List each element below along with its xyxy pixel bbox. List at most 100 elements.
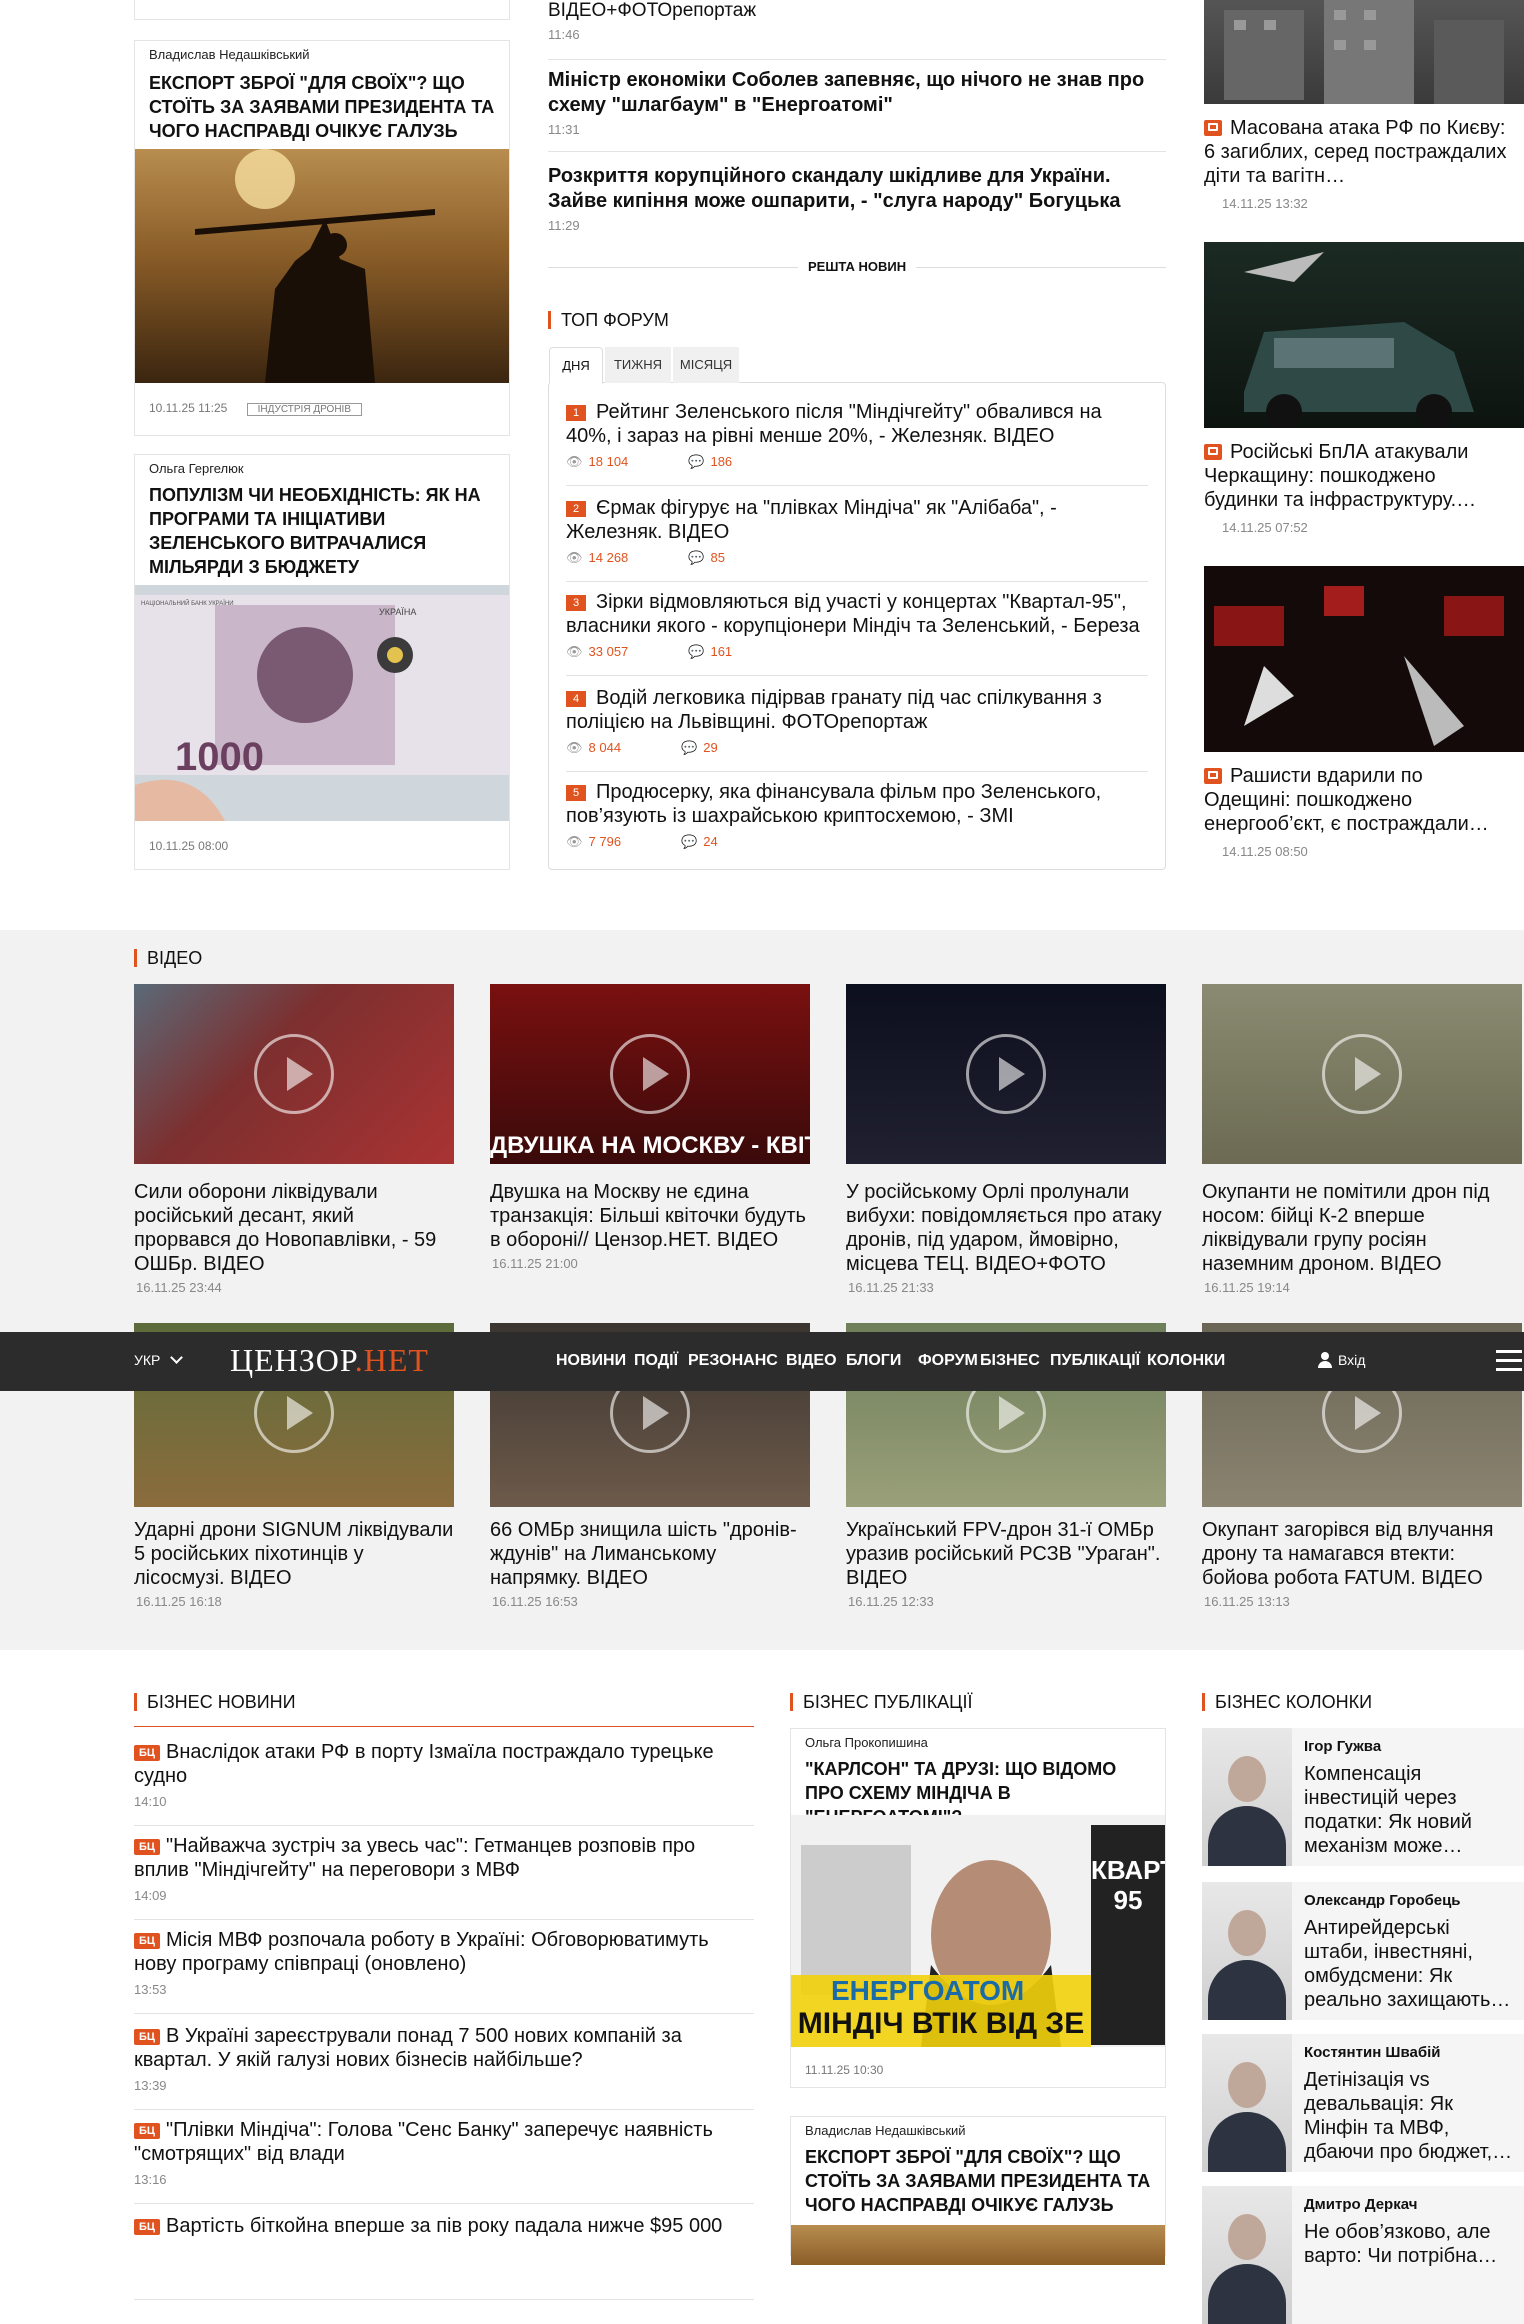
column-title[interactable]: Не обов’язково, але варто: Чи потрібна… <box>1304 2220 1518 2268</box>
news-photo[interactable] <box>1204 242 1524 428</box>
nav-link-5[interactable]: ФОРУМ <box>918 1352 978 1370</box>
news-title[interactable]: ВІДЕО+ФОТОрепортаж <box>548 0 1166 23</box>
news-photo-title-text[interactable]: Рашисти вдарили по Одещині: пошкоджено е… <box>1204 765 1489 835</box>
forum-item[interactable]: 5 Продюсерку, яка фінансувала фільм про З… <box>566 780 1148 866</box>
nav-link-6[interactable]: БІЗНЕС <box>980 1352 1040 1370</box>
news-item[interactable]: ВІДЕО+ФОТОрепортаж 11:46 <box>548 0 1166 60</box>
forum-item[interactable]: 2 Єрмак фігурує на "плівках Міндіча" як "… <box>566 496 1148 582</box>
nav-link-8[interactable]: КОЛОНКИ <box>1147 1352 1225 1370</box>
forum-item[interactable]: 1 Рейтинг Зеленського після "Міндічгейту"… <box>566 400 1148 486</box>
video-title[interactable]: Ударні дрони SIGNUM ліквідували 5 російс… <box>134 1518 454 1590</box>
tab-month[interactable]: МІСЯЦЯ <box>673 347 739 383</box>
column-title[interactable]: Антирейдерські штаби, інвестняні, омбудс… <box>1304 1916 1518 2012</box>
article-card[interactable]: Ольга Гергелюк ПОПУЛІЗМ ЧИ НЕОБХІДНІСТЬ:… <box>134 454 510 870</box>
forum-item-text[interactable]: Єрмак фігурує на "плівках Міндіча" як "А… <box>566 497 1057 543</box>
video-title[interactable]: Сили оборони ліквідували російський деса… <box>134 1180 454 1276</box>
video-title[interactable]: 66 ОМБр знищила шість "дронів-ждунів" на… <box>490 1518 810 1590</box>
column-author[interactable]: Костянтин Швабій <box>1304 2044 1441 2061</box>
site-logo[interactable]: ЦЕНЗОР.НЕТ <box>230 1342 429 1379</box>
business-news-item[interactable]: БЦ Вартість біткойна вперше за пів року п… <box>134 2214 754 2300</box>
tab-day[interactable]: ДНЯ <box>549 347 603 384</box>
news-photo-title-text[interactable]: Масована атака РФ по Києву: 6 загиблих, … <box>1204 117 1506 187</box>
business-news-item[interactable]: БЦ "Найважча зустріч за увесь час": Гетма… <box>134 1834 754 1920</box>
video-thumb[interactable] <box>1202 984 1522 1164</box>
column-title[interactable]: Детінізація vs девальвація: Як Мінфін та… <box>1304 2068 1518 2164</box>
news-photo-title[interactable]: Масована атака РФ по Києву: 6 загиблих, … <box>1204 116 1514 188</box>
news-title[interactable]: Розкриття корупційного скандалу шкідливе… <box>548 164 1166 214</box>
business-news-title[interactable]: БЦ Вартість біткойна вперше за пів року п… <box>134 2214 754 2238</box>
news-photo-title-text[interactable]: Російські БпЛА атакували Черкащину: пошк… <box>1204 441 1476 511</box>
column-item[interactable]: Олександр Горобець Антирейдерські штаби, … <box>1202 1882 1524 2020</box>
forum-item-title[interactable]: 1 Рейтинг Зеленського після "Міндічгейту"… <box>566 400 1148 448</box>
business-news-text[interactable]: В Україні зареєстрували понад 7 500 нови… <box>134 2025 682 2071</box>
business-news-text[interactable]: "Найважча зустріч за увесь час": Гетманц… <box>134 1835 695 1881</box>
forum-item-text[interactable]: Продюсерку, яка фінансувала фільм про Зе… <box>566 781 1101 827</box>
video-thumb[interactable] <box>134 984 454 1164</box>
nav-link-0[interactable]: НОВИНИ <box>556 1352 626 1370</box>
video-title[interactable]: Український FPV-дрон 31-ї ОМБр уразив ро… <box>846 1518 1166 1590</box>
business-news-text[interactable]: "Плівки Міндіча": Голова "Сенс Банку" за… <box>134 2119 713 2165</box>
column-author[interactable]: Дмитро Деркач <box>1304 2196 1417 2213</box>
news-photo[interactable] <box>1204 0 1524 104</box>
article-tag[interactable]: ІНДУСТРІЯ ДРОНІВ <box>246 403 362 416</box>
business-news-text[interactable]: Місія МВФ розпочала роботу в Україні: Об… <box>134 1929 709 1975</box>
business-news-title[interactable]: БЦ Місія МВФ розпочала роботу в Україні: … <box>134 1928 754 1976</box>
forum-item[interactable]: 3 Зірки відмовляються від участі у концер… <box>566 590 1148 676</box>
article-card[interactable]: Владислав Недашківський ЕКСПОРТ ЗБРОЇ "Д… <box>134 40 510 436</box>
business-news-item[interactable]: БЦ В Україні зареєстрували понад 7 500 но… <box>134 2024 754 2110</box>
forum-item-text[interactable]: Рейтинг Зеленського після "Міндічгейту" … <box>566 401 1102 447</box>
business-news-item[interactable]: БЦ Місія МВФ розпочала роботу в Україні: … <box>134 1928 754 2014</box>
play-icon[interactable] <box>610 1034 690 1114</box>
business-pub-card[interactable]: Владислав Недашківський ЕКСПОРТ ЗБРОЇ "Д… <box>790 2116 1166 2265</box>
news-photo-title[interactable]: Рашисти вдарили по Одещині: пошкоджено е… <box>1204 764 1514 836</box>
forum-item-text[interactable]: Зірки відмовляються від участі у концерт… <box>566 591 1140 637</box>
column-author[interactable]: Олександр Горобець <box>1304 1892 1461 1909</box>
business-news-title[interactable]: БЦ "Плівки Міндіча": Голова "Сенс Банку" … <box>134 2118 754 2166</box>
nav-link-3[interactable]: ВІДЕО <box>786 1352 837 1370</box>
business-news-title[interactable]: БЦ В Україні зареєстрували понад 7 500 но… <box>134 2024 754 2072</box>
news-title[interactable]: Міністр економіки Соболев запевняє, що н… <box>548 68 1166 118</box>
article-title[interactable]: ЕКСПОРТ ЗБРОЇ "ДЛЯ СВОЇХ"? ЩО СТОЇТЬ ЗА … <box>805 2145 1151 2217</box>
video-title[interactable]: Двушка на Москву не єдина транзакція: Бі… <box>490 1180 810 1252</box>
video-title[interactable]: Окупанти не помітили дрон під носом: бій… <box>1202 1180 1522 1276</box>
play-icon[interactable] <box>966 1034 1046 1114</box>
nav-link-2[interactable]: РЕЗОНАНС <box>688 1352 778 1370</box>
login-label[interactable]: Вхід <box>1338 1352 1365 1368</box>
menu-icon[interactable] <box>1496 1350 1522 1372</box>
nav-link-7[interactable]: ПУБЛІКАЦІЇ <box>1050 1352 1140 1370</box>
login-link[interactable]: Вхід <box>1318 1352 1365 1368</box>
play-icon[interactable] <box>254 1034 334 1114</box>
news-item[interactable]: Розкриття корупційного скандалу шкідливе… <box>548 164 1166 240</box>
forum-item-title[interactable]: 3 Зірки відмовляються від участі у концер… <box>566 590 1148 638</box>
business-pub-card[interactable]: Ольга Прокопишина "КАРЛСОН" ТА ДРУЗІ: ЩО… <box>790 1728 1166 2088</box>
forum-item-title[interactable]: 4 Водій легковика підірвав гранату під ча… <box>566 686 1148 734</box>
business-news-item[interactable]: БЦ Внаслідок атаки РФ в порту Ізмаїла пос… <box>134 1740 754 1826</box>
video-title[interactable]: У російському Орлі пролунали вибухи: пов… <box>846 1180 1166 1276</box>
news-photo[interactable] <box>1204 566 1524 752</box>
business-news-item[interactable]: БЦ "Плівки Міндіча": Голова "Сенс Банку" … <box>134 2118 754 2204</box>
lang-selector[interactable]: УКР <box>134 1351 184 1368</box>
column-item[interactable]: Ігор Гужва Компенсація інвестицій через п… <box>1202 1728 1524 1866</box>
forum-item-text[interactable]: Водій легковика підірвав гранату під час… <box>566 687 1102 733</box>
article-title[interactable]: ПОПУЛІЗМ ЧИ НЕОБХІДНІСТЬ: ЯК НА ПРОГРАМИ… <box>149 483 495 579</box>
news-photo-title[interactable]: Російські БпЛА атакували Черкащину: пошк… <box>1204 440 1514 512</box>
column-author[interactable]: Ігор Гужва <box>1304 1738 1381 1755</box>
video-title[interactable]: Окупант загорівся від влучання дрону та … <box>1202 1518 1522 1590</box>
business-news-text[interactable]: Внаслідок атаки РФ в порту Ізмаїла постр… <box>134 1741 714 1787</box>
news-item[interactable]: Міністр економіки Соболев запевняє, що н… <box>548 68 1166 152</box>
column-item[interactable]: Дмитро Деркач Не обов’язково, але варто: … <box>1202 2186 1524 2324</box>
business-news-title[interactable]: БЦ "Найважча зустріч за увесь час": Гетма… <box>134 1834 754 1882</box>
more-news-link[interactable]: РЕШТА НОВИН <box>798 259 917 274</box>
business-news-text[interactable]: Вартість біткойна вперше за пів року пад… <box>166 2215 722 2237</box>
tab-week[interactable]: ТИЖНЯ <box>605 347 671 383</box>
column-title[interactable]: Компенсація інвестицій через податки: Як… <box>1304 1762 1518 1858</box>
nav-link-4[interactable]: БЛОГИ <box>846 1352 901 1370</box>
business-news-title[interactable]: БЦ Внаслідок атаки РФ в порту Ізмаїла пос… <box>134 1740 754 1788</box>
video-thumb[interactable]: ДВУШКА НА МОСКВУ - КВІТОЧКИ <box>490 984 810 1164</box>
forum-item[interactable]: 4 Водій легковика підірвав гранату під ча… <box>566 686 1148 772</box>
lang-label[interactable]: УКР <box>134 1352 160 1368</box>
video-thumb[interactable] <box>846 984 1166 1164</box>
forum-item-title[interactable]: 5 Продюсерку, яка фінансувала фільм про З… <box>566 780 1148 828</box>
article-title[interactable]: ЕКСПОРТ ЗБРОЇ "ДЛЯ СВОЇХ"? ЩО СТОЇТЬ ЗА … <box>149 71 495 143</box>
play-icon[interactable] <box>1322 1034 1402 1114</box>
